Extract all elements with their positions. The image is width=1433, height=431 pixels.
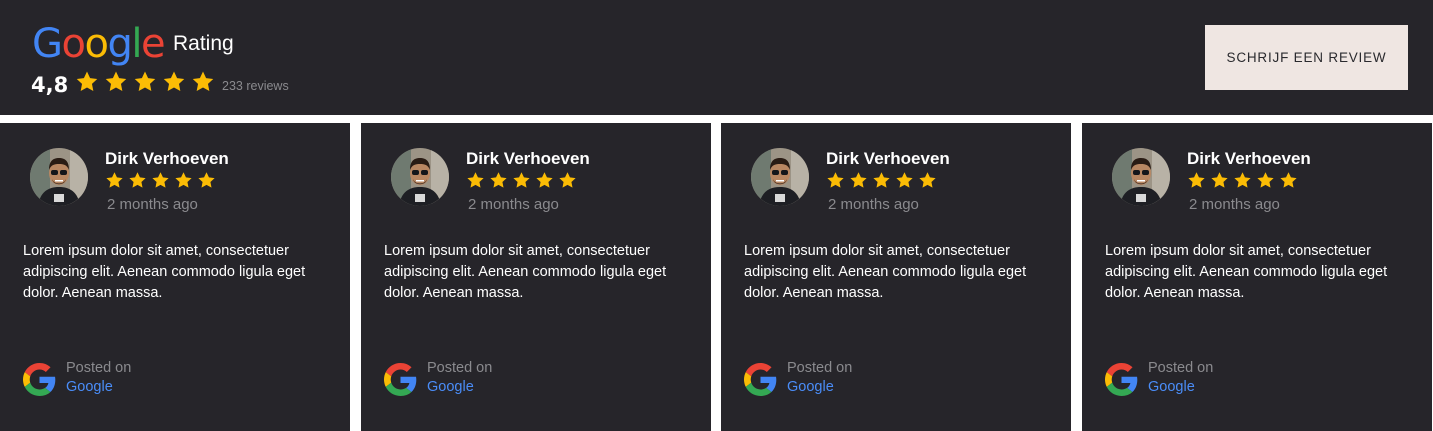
rating-label: Rating: [173, 32, 234, 55]
logo-letter: g: [107, 21, 132, 67]
review-time: 2 months ago: [828, 196, 919, 213]
review-stars: [826, 171, 937, 190]
star-icon: [849, 171, 868, 190]
header-stars: [75, 70, 215, 94]
review-stars: [105, 171, 216, 190]
reviewer-name: Dirk Verhoeven: [466, 149, 590, 168]
avatar: [30, 148, 88, 206]
star-icon: [174, 171, 193, 190]
star-icon: [105, 171, 124, 190]
review-count: 233 reviews: [222, 79, 289, 93]
star-icon: [466, 171, 485, 190]
avatar: [751, 148, 809, 206]
posted-on-label: Posted on: [427, 360, 493, 376]
review-stars: [466, 171, 577, 190]
google-g-icon: [1105, 363, 1138, 396]
star-icon: [558, 171, 577, 190]
posted-on-label: Posted on: [66, 360, 132, 376]
review-time: 2 months ago: [1189, 196, 1280, 213]
review-text: Lorem ipsum dolor sit amet, consectetuer…: [1105, 243, 1388, 301]
star-icon: [162, 70, 186, 94]
rating-header: Google Rating 4,8 233 reviews SCHRIJF EE…: [0, 0, 1433, 115]
star-icon: [1187, 171, 1206, 190]
star-icon: [872, 171, 891, 190]
star-icon: [104, 70, 128, 94]
review-text: Lorem ipsum dolor sit amet, consectetuer…: [23, 243, 306, 301]
posted-source-link[interactable]: Google: [427, 378, 474, 397]
posted-on-label: Posted on: [787, 360, 853, 376]
reviewer-name: Dirk Verhoeven: [1187, 149, 1311, 168]
logo-letter: l: [131, 21, 142, 67]
google-g-icon: [23, 363, 56, 396]
star-icon: [918, 171, 937, 190]
posted-source-link[interactable]: Google: [66, 378, 113, 397]
star-icon: [133, 70, 157, 94]
review-card: Dirk Verhoeven 2 months ago Lorem ipsum …: [721, 123, 1071, 431]
star-icon: [128, 171, 147, 190]
google-g-icon: [384, 363, 417, 396]
star-icon: [489, 171, 508, 190]
review-card: Dirk Verhoeven 2 months ago Lorem ipsum …: [0, 123, 350, 431]
star-icon: [197, 171, 216, 190]
star-icon: [826, 171, 845, 190]
star-icon: [75, 70, 99, 94]
star-icon: [895, 171, 914, 190]
avatar: [391, 148, 449, 206]
review-card: Dirk Verhoeven 2 months ago Lorem ipsum …: [361, 123, 711, 431]
write-review-button[interactable]: SCHRIJF EEN REVIEW: [1205, 25, 1408, 90]
logo-letter: G: [32, 21, 63, 67]
review-time: 2 months ago: [468, 196, 559, 213]
logo-letter: o: [61, 21, 86, 67]
star-icon: [1233, 171, 1252, 190]
posted-on-label: Posted on: [1148, 360, 1214, 376]
rating-score: 4,8: [31, 73, 69, 97]
reviewer-name: Dirk Verhoeven: [826, 149, 950, 168]
star-icon: [1210, 171, 1229, 190]
posted-source-link[interactable]: Google: [1148, 378, 1195, 397]
avatar: [1112, 148, 1170, 206]
review-stars: [1187, 171, 1298, 190]
posted-source-link[interactable]: Google: [787, 378, 834, 397]
review-text: Lorem ipsum dolor sit amet, consectetuer…: [744, 243, 1027, 301]
star-icon: [1256, 171, 1275, 190]
logo-letter: e: [140, 21, 166, 67]
star-icon: [151, 171, 170, 190]
review-card: Dirk Verhoeven 2 months ago Lorem ipsum …: [1082, 123, 1432, 431]
star-icon: [535, 171, 554, 190]
reviewer-name: Dirk Verhoeven: [105, 149, 229, 168]
star-icon: [191, 70, 215, 94]
star-icon: [512, 171, 531, 190]
google-g-icon: [744, 363, 777, 396]
star-icon: [1279, 171, 1298, 190]
review-time: 2 months ago: [107, 196, 198, 213]
logo-letter: o: [84, 21, 108, 67]
google-logo: Google: [32, 21, 166, 67]
review-text: Lorem ipsum dolor sit amet, consectetuer…: [384, 243, 667, 301]
